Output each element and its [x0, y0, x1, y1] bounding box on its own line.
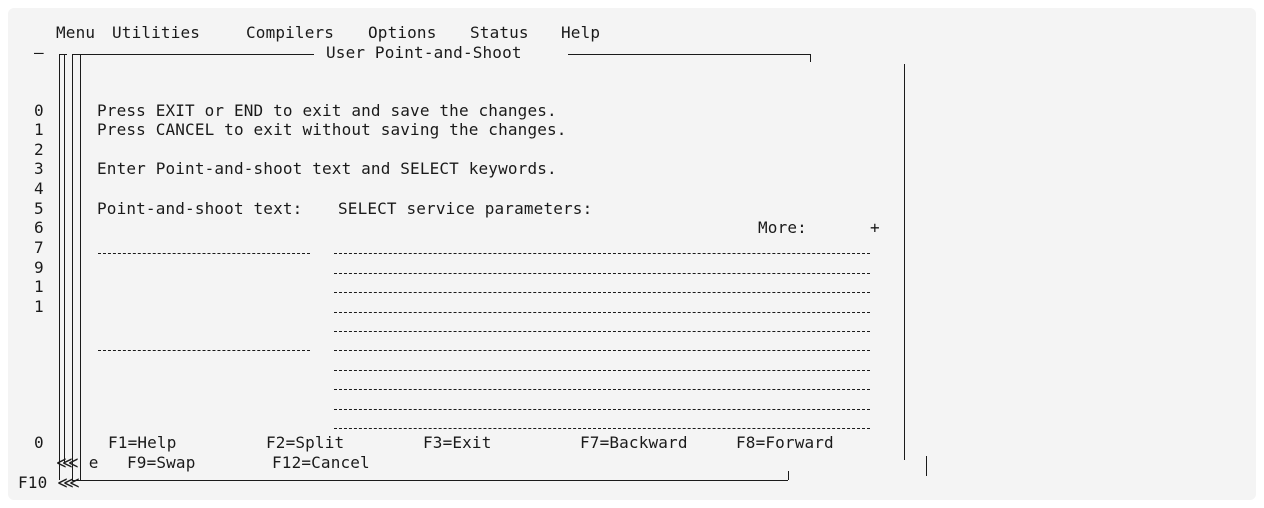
select-parameters-input[interactable]: [334, 350, 870, 351]
menu-item-help[interactable]: Help: [561, 23, 600, 43]
background-border-top: [59, 54, 67, 55]
background-marker: ⋘ e: [56, 453, 99, 472]
select-parameters-input[interactable]: [334, 428, 870, 429]
menu-item-utilities[interactable]: Utilities: [112, 23, 200, 43]
menu-item-menu[interactable]: Menu: [56, 23, 95, 43]
select-parameters-input[interactable]: [334, 273, 870, 274]
dialog-corner-bottom-right: [788, 471, 789, 480]
background-dash: –: [34, 43, 44, 62]
fkey-f12-cancel[interactable]: F12=Cancel: [272, 453, 370, 473]
fkey-f8-forward[interactable]: F8=Forward: [736, 433, 834, 453]
menu-item-status[interactable]: Status: [470, 23, 529, 43]
dialog-border-left-inner: [80, 54, 81, 480]
select-parameters-input[interactable]: [334, 253, 870, 254]
line-number: 0: [34, 101, 44, 120]
dialog-border-top-right: [568, 54, 810, 55]
dialog-border-right: [904, 64, 905, 460]
fkey-f7-backward[interactable]: F7=Backward: [580, 433, 688, 453]
label-point-and-shoot-text: Point-and-shoot text:: [97, 199, 303, 218]
line-number: 7: [34, 238, 44, 257]
fkey-f2-split[interactable]: F2=Split: [266, 433, 344, 453]
select-parameters-input[interactable]: [334, 312, 870, 313]
line-number: 2: [34, 140, 44, 159]
terminal-window: Menu Utilities Compilers Options Status …: [8, 8, 1256, 500]
instruction-exit: Press EXIT or END to exit and save the c…: [97, 101, 557, 120]
select-parameters-input[interactable]: [334, 331, 870, 332]
instruction-enter: Enter Point-and-shoot text and SELECT ke…: [97, 159, 557, 178]
point-and-shoot-text-input[interactable]: [98, 350, 310, 351]
line-number: 1: [34, 297, 44, 316]
line-number: 6: [34, 218, 44, 237]
dialog-title: User Point-and-Shoot: [326, 43, 522, 62]
fkey-f10[interactable]: F10 ⋘: [18, 473, 80, 493]
select-parameters-input[interactable]: [334, 292, 870, 293]
line-number: 5: [34, 199, 44, 218]
fkey-f3-exit[interactable]: F3=Exit: [423, 433, 491, 453]
line-number: 3: [34, 159, 44, 178]
instruction-cancel: Press CANCEL to exit without saving the …: [97, 120, 567, 139]
select-parameters-input[interactable]: [334, 370, 870, 371]
background-border-left-inner: [64, 54, 65, 464]
more-indicator[interactable]: +: [870, 218, 880, 238]
line-number: 9: [34, 258, 44, 277]
label-select-parameters: SELECT service parameters:: [338, 199, 593, 218]
select-parameters-input[interactable]: [334, 409, 870, 410]
point-and-shoot-text-input[interactable]: [98, 253, 310, 254]
dialog-border-top-left: [72, 54, 314, 55]
line-number: 1: [34, 277, 44, 296]
line-number: 1: [34, 120, 44, 139]
dialog-border-left: [72, 54, 73, 480]
line-number: 4: [34, 179, 44, 198]
select-parameters-input[interactable]: [334, 389, 870, 390]
more-label: More:: [758, 218, 807, 237]
background-border-left: [59, 54, 60, 480]
background-border-right: [926, 456, 927, 476]
line-number: 0: [34, 433, 44, 452]
dialog-corner-top-right: [810, 54, 811, 62]
fkey-f9-swap[interactable]: F9=Swap: [127, 453, 195, 473]
fkey-f1-help[interactable]: F1=Help: [108, 433, 176, 453]
menu-item-options[interactable]: Options: [368, 23, 436, 43]
dialog-border-bottom: [72, 480, 788, 481]
menu-item-compilers[interactable]: Compilers: [246, 23, 334, 43]
